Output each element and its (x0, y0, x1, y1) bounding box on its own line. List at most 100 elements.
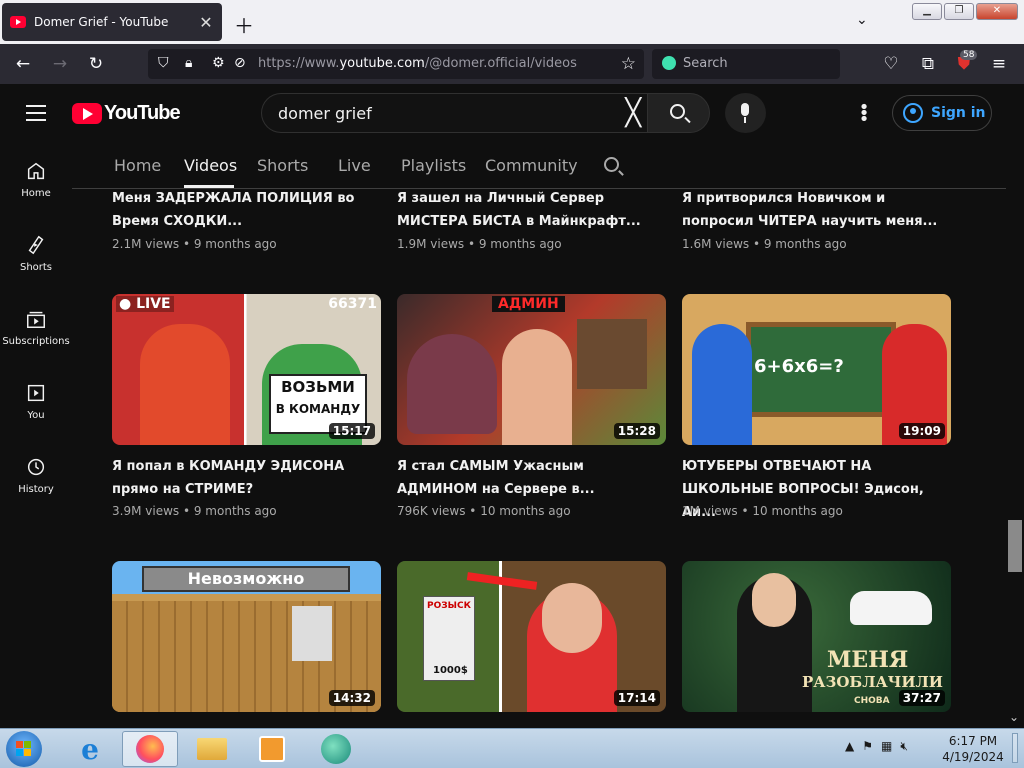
youtube-logo[interactable]: YouTube (72, 102, 181, 125)
browser-tab[interactable]: Domer Grief - YouTube ✕ (2, 3, 222, 41)
bookmark-star-icon[interactable]: ☆ (621, 54, 636, 74)
video-title[interactable]: Я попал в КОМАНДУ ЭДИСОНА прямо на СТРИМ… (112, 455, 372, 501)
taskbar-clock[interactable]: 6:17 PM 4/19/2024 (940, 733, 1006, 765)
youtube-search-button[interactable] (647, 93, 710, 133)
action-center-flag-icon[interactable]: ⚑ (862, 739, 873, 754)
video-thumbnail[interactable]: Невозможно 14:32 (112, 561, 381, 712)
tab-live[interactable]: Live (338, 156, 371, 175)
new-tab-plus-icon[interactable]: ＋ (234, 10, 254, 39)
pocket-icon[interactable]: ♡ (880, 54, 902, 74)
list-tabs-chevron-icon[interactable]: ⌄ (856, 12, 868, 28)
taskbar-file-explorer[interactable] (184, 731, 240, 767)
thumbnail-text: Невозможно (142, 566, 350, 592)
taskbar-app[interactable] (308, 731, 364, 767)
tab-shorts[interactable]: Shorts (257, 156, 308, 175)
forward-arrow-icon[interactable]: → (49, 54, 71, 74)
taskbar-media-player[interactable] (244, 731, 300, 767)
extensions-icon[interactable]: ⧉ (917, 54, 939, 74)
video-meta: 2.1M views • 9 months ago (112, 237, 277, 251)
tab-home[interactable]: Home (114, 156, 161, 175)
video-title[interactable]: Меня ЗАДЕРЖАЛА ПОЛИЦИЯ во Время СХОДКИ..… (112, 187, 372, 233)
sidebar-item-you[interactable]: You (0, 376, 72, 450)
scroll-down-arrow-icon[interactable]: ⌄ (1009, 710, 1019, 724)
video-thumbnail[interactable]: МЕНЯ РАЗОБЛАЧИЛИ СНОВА 37:27 (682, 561, 951, 712)
permissions-icon[interactable]: ⚙ (212, 55, 225, 71)
sidebar-label: You (27, 410, 45, 421)
sign-in-button[interactable]: Sign in (892, 95, 992, 131)
show-hidden-icons-icon[interactable]: ▲ (845, 739, 854, 754)
media-player-icon (259, 736, 285, 762)
minimize-icon[interactable]: ▁ (912, 3, 942, 20)
sidebar-item-shorts[interactable]: Shorts (0, 228, 72, 302)
windows-logo-icon (16, 741, 32, 757)
browser-navigation-bar: ← → ↻ ⛉ 🔒︎ ⚙ ⊘ https://www.youtube.com/@… (0, 44, 1024, 84)
video-title[interactable]: Я зашел на Личный Сервер МИСТЕРА БИСТА в… (397, 187, 657, 233)
sidebar-label: History (18, 484, 54, 495)
thumbnail-text: ● LIVE (116, 296, 174, 312)
network-icon[interactable]: ▦ (881, 739, 892, 754)
url-text[interactable]: https://www.youtube.com/@domer.official/… (258, 56, 577, 71)
sidebar-item-history[interactable]: History (0, 450, 72, 524)
clock-time: 6:17 PM (948, 734, 998, 748)
video-meta: 3.9M views • 9 months ago (112, 504, 277, 518)
address-bar[interactable]: ⛉ 🔒︎ ⚙ ⊘ https://www.youtube.com/@domer.… (148, 49, 644, 79)
close-tab-icon[interactable]: ✕ (198, 13, 214, 32)
video-title[interactable]: Я притворился Новичком и попросил ЧИТЕРА… (682, 187, 942, 233)
scrollbar-thumb[interactable] (1008, 520, 1022, 572)
person-figure (692, 324, 752, 445)
lock-icon[interactable]: 🔒︎ (185, 55, 192, 71)
internet-explorer-icon: e (81, 732, 99, 766)
back-arrow-icon[interactable]: ← (12, 54, 34, 74)
red-arrow (466, 572, 538, 590)
thumbnail-text: 1000$ (433, 665, 468, 676)
page-scrollbar[interactable]: ⌄ (1006, 84, 1024, 728)
video-thumbnail[interactable]: АДМИН 15:28 (397, 294, 666, 445)
video-meta: 1.6M views • 9 months ago (682, 237, 847, 251)
windows-taskbar: e ▲ ⚑ ▦ 🔇︎ 6:17 PM 4/19/2024 (0, 728, 1024, 768)
video-thumbnail[interactable]: РОЗЫСК 1000$ 17:14 (397, 561, 666, 712)
account-icon (903, 103, 923, 123)
tab-community[interactable]: Community (485, 156, 578, 175)
browser-search-bar[interactable]: Search (652, 49, 840, 79)
active-tab-indicator (184, 185, 234, 188)
tab-playlists[interactable]: Playlists (401, 156, 466, 175)
voice-search-mic-icon[interactable] (725, 93, 766, 133)
reload-icon[interactable]: ↻ (85, 54, 107, 74)
mini-guide-sidebar: Home Shorts Subscriptions You History (0, 154, 72, 524)
autoplay-blocked-icon[interactable]: ⊘ (234, 55, 246, 71)
firefox-icon (136, 735, 164, 763)
video-thumbnail[interactable]: ● LIVE 66371 ВОЗЬМИ В КОМАНДУ 15:17 (112, 294, 381, 445)
shorts-icon (28, 235, 44, 255)
clear-search-icon[interactable]: ╳ (625, 98, 641, 128)
sidebar-item-home[interactable]: Home (0, 154, 72, 228)
sidebar-item-subscriptions[interactable]: Subscriptions (0, 302, 72, 376)
show-desktop-button[interactable] (1012, 733, 1018, 763)
restore-icon[interactable]: ❐ (944, 3, 974, 20)
person-figure (140, 324, 230, 445)
youtube-search-input[interactable]: domer grief ╳ (261, 93, 647, 133)
video-title[interactable]: Я стал САМЫМ Ужасным АДМИНОМ на Сервере … (397, 455, 657, 501)
search-query-text[interactable]: domer grief (278, 104, 372, 123)
taskbar-firefox[interactable] (122, 731, 178, 767)
video-meta: 796K views • 10 months ago (397, 504, 571, 518)
window-close-icon[interactable]: ✕ (976, 3, 1018, 20)
shield-icon[interactable]: ⛉ (158, 55, 169, 71)
history-icon (27, 458, 45, 476)
search-icon (670, 104, 685, 119)
tab-videos[interactable]: Videos (184, 156, 237, 175)
sidebar-label: Subscriptions (2, 336, 70, 347)
taskbar-internet-explorer[interactable]: e (62, 731, 118, 767)
minecraft-character (292, 606, 332, 661)
video-thumbnail[interactable]: 6+6x6=? 19:09 (682, 294, 951, 445)
channel-search-icon[interactable] (604, 157, 619, 172)
youtube-page: YouTube domer grief ╳ • • • Sign in Home S… (0, 84, 1024, 728)
start-button[interactable] (6, 731, 42, 767)
home-icon (27, 162, 45, 180)
video-duration: 17:14 (613, 690, 660, 706)
volume-muted-icon[interactable]: 🔇︎ (900, 739, 908, 754)
thumbnail-text: РАЗОБЛАЧИЛИ (802, 673, 943, 691)
settings-kebab-icon[interactable]: • • • (858, 99, 870, 129)
app-menu-icon[interactable]: ≡ (988, 54, 1010, 74)
sidebar-label: Home (21, 188, 51, 199)
guide-menu-icon[interactable] (26, 105, 46, 126)
